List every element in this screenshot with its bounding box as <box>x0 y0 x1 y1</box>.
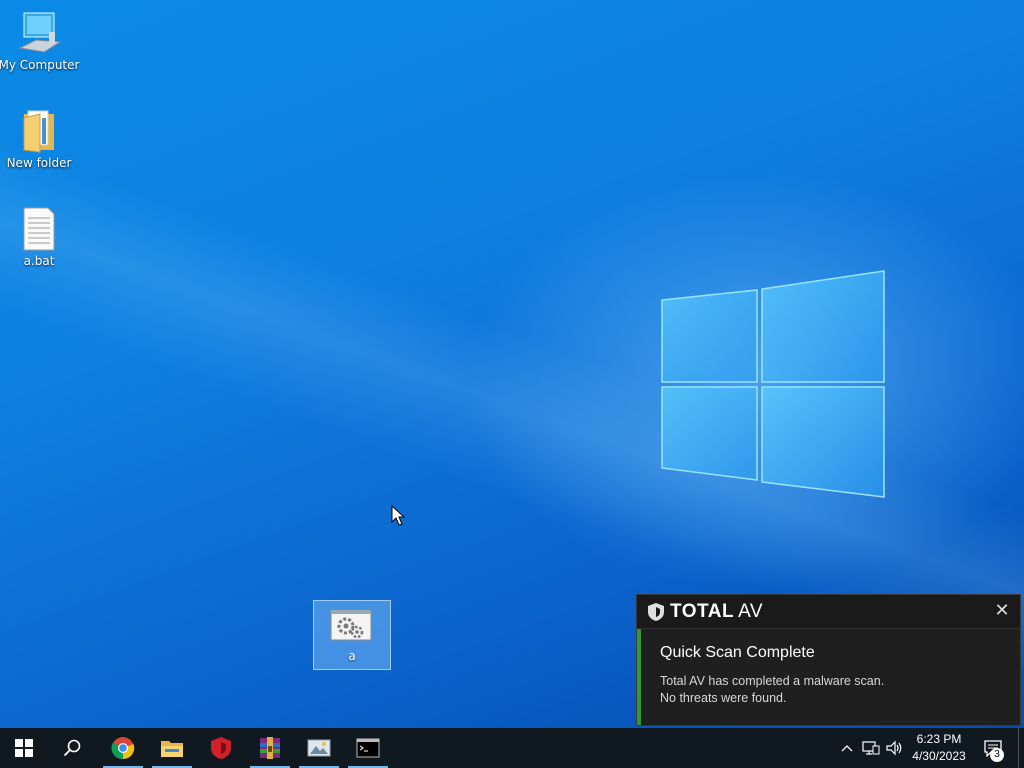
desktop-icon-label: My Computer <box>0 58 80 72</box>
close-icon[interactable]: ✕ <box>992 601 1012 621</box>
show-hidden-icons-chevron-up-icon[interactable] <box>838 728 856 768</box>
show-desktop-button[interactable] <box>1018 728 1024 768</box>
windows-start-icon <box>15 739 33 757</box>
start-button[interactable] <box>0 728 48 768</box>
folder-icon <box>23 110 54 153</box>
desktop-icon-new-folder[interactable]: New folder <box>0 108 78 170</box>
notification-header: TOTAL AV ✕ <box>637 595 1020 629</box>
desktop-icon-label: a <box>348 649 356 663</box>
brand-suffix: AV <box>738 600 764 622</box>
network-icon[interactable] <box>860 728 882 768</box>
desktop-icon-a-selected[interactable]: a <box>313 600 391 670</box>
brand-name: TOTAL <box>670 600 735 622</box>
shield-icon <box>648 602 664 621</box>
taskbar-file-explorer[interactable] <box>148 728 196 768</box>
winrar-icon <box>260 737 280 759</box>
notification-count-badge: 3 <box>990 748 1004 762</box>
cmd-icon <box>356 738 380 758</box>
notification-message-line-2: No threats were found. <box>660 691 787 705</box>
shield-icon <box>211 737 231 759</box>
notification-accent-bar <box>637 629 641 725</box>
folder-icon <box>161 741 183 757</box>
search-icon <box>63 739 81 757</box>
desktop-icon-label: New folder <box>6 156 72 170</box>
batch-file-icon <box>23 207 55 251</box>
application-gears-icon <box>330 609 372 641</box>
search-button[interactable] <box>48 728 96 768</box>
computer-icon <box>18 12 62 53</box>
taskbar: 6:23 PM 4/30/2023 3 <box>0 728 1024 768</box>
notification-title: Quick Scan Complete <box>660 644 815 661</box>
chrome-icon <box>111 737 135 760</box>
clock-date: 4/30/2023 <box>912 749 966 763</box>
mouse-cursor-icon <box>391 505 405 526</box>
taskbar-command-prompt[interactable] <box>344 728 392 768</box>
taskbar-clock[interactable]: 6:23 PM 4/30/2023 <box>905 731 973 765</box>
clock-time: 6:23 PM <box>916 732 962 746</box>
notification-message-line-1: Total AV has completed a malware scan. <box>660 674 885 688</box>
taskbar-chrome[interactable] <box>99 728 147 768</box>
desktop-icon-a-bat[interactable]: a.bat <box>0 206 78 268</box>
total-av-notification[interactable]: TOTAL AV ✕ Quick Scan Complete Total AV h… <box>636 594 1021 726</box>
taskbar-image-viewer[interactable] <box>295 728 343 768</box>
total-av-logo: TOTAL AV <box>646 601 763 623</box>
desktop-icon-my-computer[interactable]: My Computer <box>0 10 80 72</box>
notification-body: Quick Scan Complete Total AV has complet… <box>637 629 1020 725</box>
taskbar-total-av[interactable] <box>197 728 245 768</box>
image-icon <box>307 739 331 757</box>
volume-icon[interactable] <box>884 728 906 768</box>
desktop-icon-label: a.bat <box>23 254 55 268</box>
taskbar-winrar[interactable] <box>246 728 294 768</box>
